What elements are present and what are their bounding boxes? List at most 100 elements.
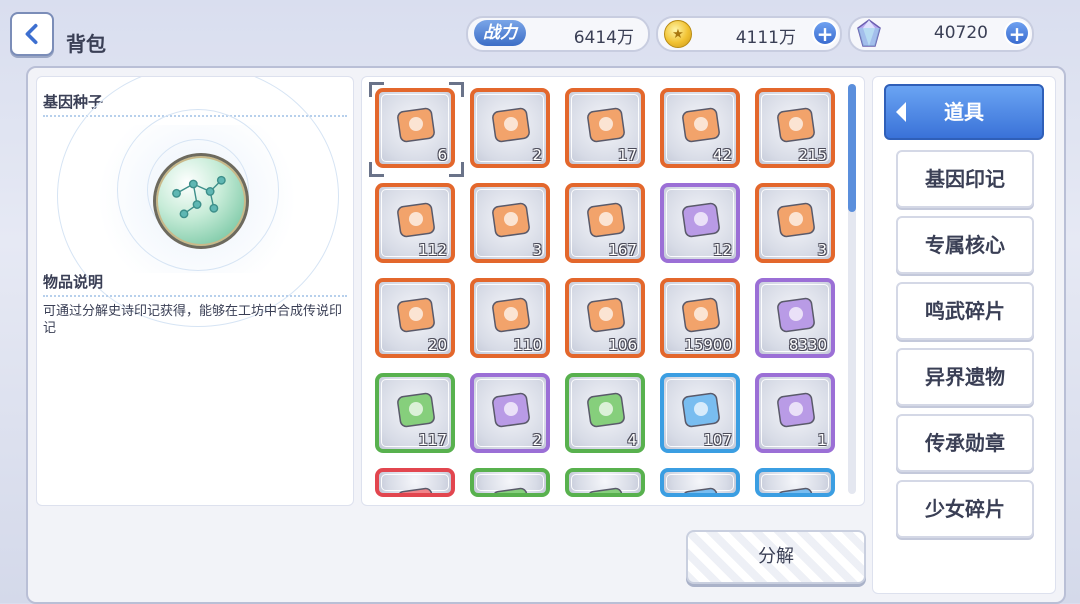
silhouette-card-icon xyxy=(587,107,625,143)
selection-corner xyxy=(449,162,464,177)
item-count: 112 xyxy=(418,241,447,259)
description-title: 物品说明 xyxy=(43,273,104,291)
caret-left-icon xyxy=(896,102,906,122)
power-label: 战力 xyxy=(474,20,526,46)
tab-items[interactable]: 道具 xyxy=(884,84,1044,140)
sword-card-icon xyxy=(587,297,625,333)
item-detail-panel: 基因种子 物品说明 可通过分解史诗印记获得，能够在工坊中合成传说印记 xyxy=(36,76,354,506)
item-slot[interactable] xyxy=(755,468,835,497)
tab-legacy-medal[interactable]: 传承勋章 xyxy=(896,414,1034,472)
selection-corner xyxy=(369,82,384,97)
item-description: 可通过分解史诗印记获得，能够在工坊中合成传说印记 xyxy=(43,304,343,336)
star-shard-icon xyxy=(682,487,720,493)
decompose-button[interactable]: 分解 xyxy=(686,530,866,584)
item-slot[interactable]: 17 xyxy=(565,88,645,168)
gem-value: 40720 xyxy=(933,23,988,43)
gold-stat: ★ 4111万 + xyxy=(656,16,842,52)
chevron-left-icon xyxy=(25,23,38,45)
item-count: 1 xyxy=(817,431,827,449)
item-slot[interactable]: 107 xyxy=(660,373,740,453)
selection-corner xyxy=(449,82,464,97)
item-slot[interactable]: 3 xyxy=(755,183,835,263)
cauldron-icon xyxy=(492,202,530,238)
gold-coin-icon: ★ xyxy=(664,20,692,48)
item-count: 20 xyxy=(427,336,447,354)
gem-stat: 40720 + xyxy=(848,16,1034,52)
divider xyxy=(43,295,347,297)
clothes-ticket-icon xyxy=(587,202,625,238)
item-slot[interactable] xyxy=(660,468,740,497)
item-count: 15900 xyxy=(684,336,732,354)
tab-girl-fragment[interactable]: 少女碎片 xyxy=(896,480,1034,538)
tab-exclusive-core[interactable]: 专属核心 xyxy=(896,216,1034,274)
rainbow-ticket-icon xyxy=(492,297,530,333)
item-slot[interactable]: 167 xyxy=(565,183,645,263)
cookie-icon xyxy=(397,392,435,428)
item-count: 3 xyxy=(817,241,827,259)
top-bar: 背包 战力 6414万 ★ 4111万 + 40720 + xyxy=(0,0,1080,64)
gift-bouquet-icon xyxy=(777,107,815,143)
item-slot[interactable]: 12 xyxy=(660,183,740,263)
item-count: 110 xyxy=(513,336,542,354)
item-slot[interactable]: 110 xyxy=(470,278,550,358)
item-count: 3 xyxy=(532,241,542,259)
chip-icon xyxy=(587,392,625,428)
grid-scrollbar-thumb[interactable] xyxy=(848,84,856,212)
item-count: 107 xyxy=(703,431,732,449)
item-count: 2 xyxy=(532,431,542,449)
item-slot[interactable]: 2 xyxy=(470,373,550,453)
chip-piece-icon xyxy=(777,487,815,493)
item-count: 17 xyxy=(617,146,637,164)
item-slot[interactable]: 1 xyxy=(755,373,835,453)
red-card-icon xyxy=(397,487,435,493)
gold-value: 4111万 xyxy=(735,28,796,48)
power-stat: 战力 6414万 xyxy=(466,16,650,52)
item-slot[interactable]: 3 xyxy=(470,183,550,263)
item-slot[interactable] xyxy=(375,468,455,497)
item-slot[interactable]: 6 xyxy=(375,88,455,168)
add-gold-button[interactable]: + xyxy=(812,20,838,46)
tab-otherworld-relic[interactable]: 异界遗物 xyxy=(896,348,1034,406)
pink-ticket-icon xyxy=(492,107,530,143)
item-slot[interactable]: 112 xyxy=(375,183,455,263)
item-slot[interactable]: 215 xyxy=(755,88,835,168)
circuit-chip-icon xyxy=(777,392,815,428)
item-count: 215 xyxy=(798,146,827,164)
chip-icon xyxy=(682,392,720,428)
item-slot[interactable]: 15900 xyxy=(660,278,740,358)
item-slot[interactable]: 8330 xyxy=(755,278,835,358)
back-button[interactable] xyxy=(10,12,54,56)
tab-gene-mark[interactable]: 基因印记 xyxy=(896,150,1034,208)
crystal-icon xyxy=(682,297,720,333)
canned-food-icon xyxy=(492,392,530,428)
gene-seed-orb-icon xyxy=(153,153,249,249)
gold-card-icon xyxy=(777,202,815,238)
item-slot[interactable]: 42 xyxy=(660,88,740,168)
item-count: 2 xyxy=(532,146,542,164)
item-slot[interactable]: 106 xyxy=(565,278,645,358)
gem-icon xyxy=(857,19,881,47)
smile-ticket-icon xyxy=(682,202,720,238)
item-slot[interactable] xyxy=(470,468,550,497)
gift-box-icon xyxy=(682,107,720,143)
item-slot[interactable] xyxy=(565,468,645,497)
item-count: 106 xyxy=(608,336,637,354)
item-slot[interactable]: 2 xyxy=(470,88,550,168)
purple-shard-icon xyxy=(587,487,625,493)
item-count: 4 xyxy=(627,431,637,449)
item-slot[interactable]: 4 xyxy=(565,373,645,453)
add-gem-button[interactable]: + xyxy=(1004,20,1030,46)
tab-weapon-fragment[interactable]: 鸣武碎片 xyxy=(896,282,1034,340)
item-slot[interactable]: 20 xyxy=(375,278,455,358)
item-count: 117 xyxy=(418,431,447,449)
power-value: 6414万 xyxy=(573,28,634,48)
item-slot[interactable]: 117 xyxy=(375,373,455,453)
star-box-icon xyxy=(397,202,435,238)
green-vial-icon xyxy=(777,297,815,333)
item-count: 6 xyxy=(437,146,447,164)
item-count: 167 xyxy=(608,241,637,259)
page-title: 背包 xyxy=(66,32,106,56)
dna-card-icon xyxy=(397,297,435,333)
item-count: 12 xyxy=(712,241,732,259)
blue-shard-icon xyxy=(492,487,530,493)
